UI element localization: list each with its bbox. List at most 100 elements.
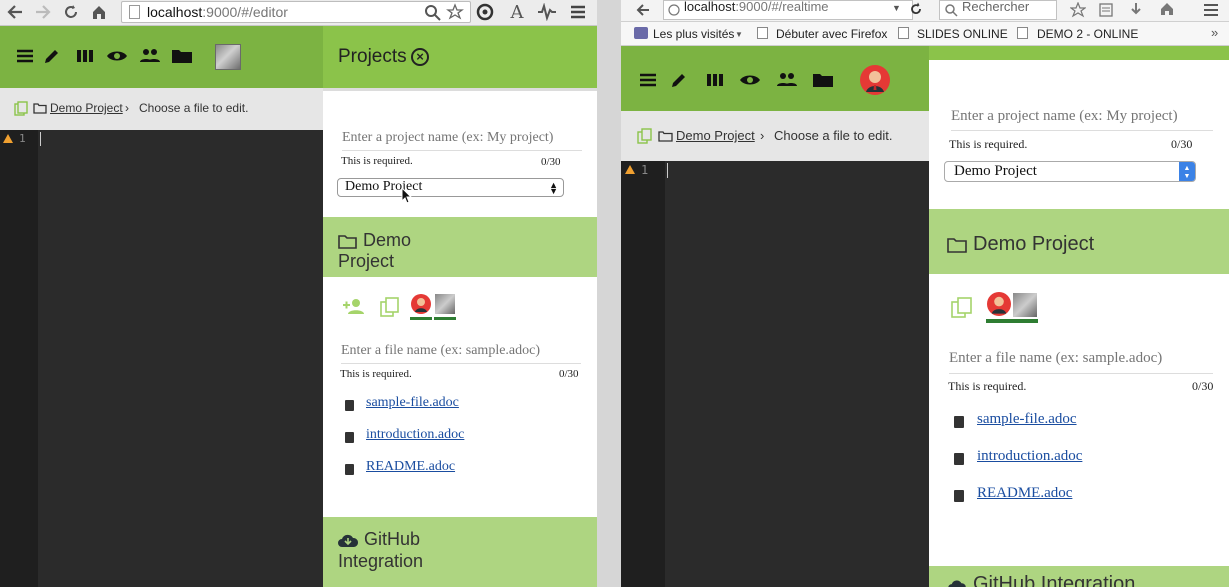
eye-icon[interactable] xyxy=(106,46,128,68)
folder-icon[interactable] xyxy=(171,46,193,68)
project-name-input[interactable] xyxy=(342,130,582,146)
eye-icon[interactable] xyxy=(739,70,761,92)
github-title: GitHub Integration xyxy=(973,573,1136,587)
copy-icon[interactable] xyxy=(951,297,973,319)
home-icon[interactable] xyxy=(1159,1,1175,17)
forward-arrow-icon[interactable] xyxy=(34,3,54,23)
user-avatar-photo[interactable] xyxy=(1013,293,1037,317)
star-icon[interactable] xyxy=(1070,2,1086,18)
file-link[interactable]: README.adoc xyxy=(366,459,455,475)
back-arrow-icon[interactable] xyxy=(635,2,651,18)
line-number: 1 xyxy=(19,132,26,145)
chevron-down-icon[interactable]: ▼ xyxy=(735,30,743,39)
bookmark-getting-started[interactable]: Débuter avec Firefox xyxy=(776,27,887,41)
reload-icon[interactable] xyxy=(909,2,923,16)
bookmark-page-icon xyxy=(1017,27,1028,39)
editor-gutter: 1 xyxy=(621,161,665,587)
font-icon[interactable]: A xyxy=(507,3,527,23)
zoom-icon[interactable] xyxy=(424,4,442,22)
browser-menu-icon[interactable] xyxy=(569,3,589,23)
extension-icon[interactable] xyxy=(476,3,496,23)
user-avatar-red[interactable] xyxy=(411,294,431,314)
bookmark-page-icon xyxy=(757,27,768,39)
address-bar[interactable]: localhost:9000/#/realtime ▼ xyxy=(663,0,913,20)
online-indicator xyxy=(434,317,456,320)
avatar-red[interactable] xyxy=(860,65,890,95)
warning-icon xyxy=(625,165,635,174)
reload-icon[interactable] xyxy=(62,3,82,23)
copy-icon[interactable] xyxy=(380,297,400,317)
mouse-cursor-icon xyxy=(401,187,412,204)
github-section-header[interactable]: GitHub Integration xyxy=(323,517,597,587)
breadcrumb-project-link[interactable]: Demo Project xyxy=(50,101,123,115)
panel-title: Projects xyxy=(338,46,407,67)
editor-gutter: 1 xyxy=(0,130,38,587)
bookmark-folder-icon xyxy=(634,27,648,39)
github-title-line1: GitHub xyxy=(364,529,421,549)
project-name-input[interactable] xyxy=(951,108,1211,125)
bookmark-demo2-online[interactable]: DEMO 2 - ONLINE xyxy=(1037,27,1138,41)
dropdown-arrow-icon[interactable]: ▼ xyxy=(892,3,901,13)
people-icon[interactable] xyxy=(139,46,161,68)
code-editor[interactable]: 1 xyxy=(621,161,929,587)
line-number: 1 xyxy=(641,163,649,177)
online-indicator xyxy=(1012,319,1038,323)
file-link[interactable]: sample-file.adoc xyxy=(977,411,1077,428)
search-box[interactable]: Rechercher xyxy=(939,0,1057,20)
user-avatar-photo[interactable] xyxy=(435,294,455,314)
browser-toolbar: localhost:9000/#/realtime ▼ Rechercher xyxy=(621,0,1229,22)
menu-icon[interactable] xyxy=(638,70,660,92)
people-icon[interactable] xyxy=(776,70,798,92)
projects-panel-header xyxy=(929,46,1229,60)
download-icon[interactable] xyxy=(1128,2,1144,18)
url-host: localhost xyxy=(147,4,203,20)
star-icon[interactable] xyxy=(446,3,464,21)
browser-toolbar: localhost:9000/#/editor A xyxy=(0,0,597,26)
projects-panel-header: Projects × xyxy=(323,26,597,88)
copy-icon[interactable] xyxy=(14,101,28,116)
menu-icon[interactable] xyxy=(15,46,37,68)
file-link[interactable]: introduction.adoc xyxy=(366,427,464,443)
code-editor[interactable]: 1 xyxy=(0,130,323,587)
avatar-photo[interactable] xyxy=(215,44,241,70)
doc-icon xyxy=(954,453,964,465)
breadcrumb: Demo Project › Choose a file to edit. xyxy=(0,88,323,130)
folder-icon[interactable] xyxy=(812,70,834,92)
app-toolbar xyxy=(621,46,929,111)
bookmark-slides-online[interactable]: SLIDES ONLINE xyxy=(917,27,1008,41)
url-path: :9000/#/editor xyxy=(202,4,288,20)
breadcrumb-project-link[interactable]: Demo Project xyxy=(676,128,755,143)
file-link[interactable]: introduction.adoc xyxy=(977,448,1082,465)
home-icon[interactable] xyxy=(90,3,110,23)
project-section-header[interactable]: Demo Project xyxy=(929,209,1229,274)
address-bar[interactable]: localhost:9000/#/editor xyxy=(121,1,471,23)
project-section-header[interactable]: Demo Project xyxy=(323,217,597,277)
pencil-icon[interactable] xyxy=(42,46,64,68)
project-select[interactable]: Demo Project ▲ ▼ xyxy=(944,161,1196,182)
project-select-value: Demo Project xyxy=(954,163,1037,179)
copy-icon[interactable] xyxy=(637,128,652,144)
file-link[interactable]: sample-file.adoc xyxy=(366,395,459,411)
columns-icon[interactable] xyxy=(705,70,727,92)
folder-outline-icon xyxy=(338,234,357,249)
add-user-icon[interactable] xyxy=(342,296,366,316)
file-link[interactable]: README.adoc xyxy=(977,485,1072,502)
breadcrumb-hint: Choose a file to edit. xyxy=(774,128,893,143)
bookmark-most-visited[interactable]: Les plus visités xyxy=(653,27,734,41)
project-select[interactable]: Demo Project ▲ ▼ xyxy=(337,178,564,197)
pulse-icon[interactable] xyxy=(537,3,557,23)
reading-list-icon[interactable] xyxy=(1098,2,1114,18)
chevron-right-icon[interactable]: » xyxy=(1211,25,1218,40)
file-name-input[interactable] xyxy=(341,343,581,359)
url-host: localhost xyxy=(684,0,736,14)
user-avatar-red[interactable] xyxy=(987,292,1011,316)
cloud-download-icon xyxy=(947,578,967,587)
github-section-header[interactable]: GitHub Integration xyxy=(929,566,1229,587)
close-circle-icon[interactable]: × xyxy=(411,48,429,66)
file-name-input[interactable] xyxy=(949,350,1211,367)
browser-menu-icon[interactable] xyxy=(1203,2,1219,18)
pencil-icon[interactable] xyxy=(669,70,691,92)
back-arrow-icon[interactable] xyxy=(6,3,26,23)
char-counter: 0/30 xyxy=(559,368,579,380)
columns-icon[interactable] xyxy=(75,46,97,68)
